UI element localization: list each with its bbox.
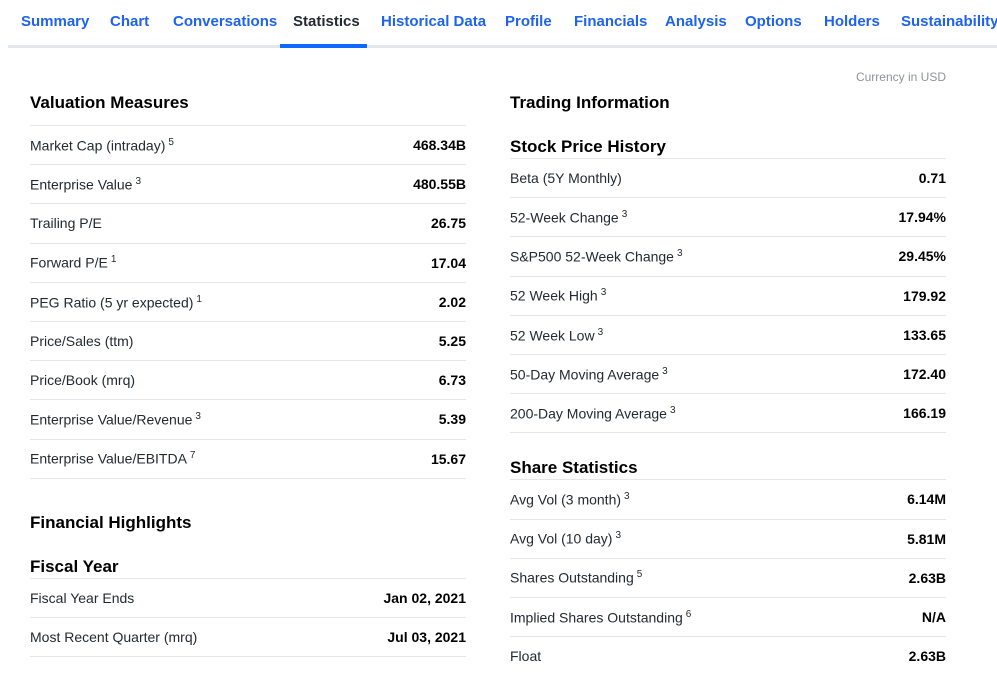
table-row: Enterprise Value/EBITDA 7 15.67 — [30, 440, 466, 479]
footnote-marker[interactable]: 3 — [135, 176, 141, 187]
footnote-marker[interactable]: 5 — [168, 137, 174, 148]
tab-summary[interactable]: Summary — [21, 12, 89, 32]
footnote-marker[interactable]: 3 — [677, 248, 683, 259]
valuation-table: Market Cap (intraday) 5 468.34B Enterprise… — [30, 125, 466, 479]
footnote-marker[interactable]: 3 — [670, 405, 676, 416]
fiscal-year-title: Fiscal Year — [30, 557, 119, 576]
tab-options[interactable]: Options — [745, 12, 802, 32]
footnote-marker[interactable]: 6 — [686, 609, 692, 620]
table-row: Float 2.63B — [510, 637, 946, 675]
tab-statistics[interactable]: Statistics — [293, 12, 360, 32]
table-row: 52 Week High 3 179.92 — [510, 277, 946, 316]
table-row: Market Cap (intraday) 5 468.34B — [30, 126, 466, 166]
table-row: Avg Vol (3 month) 3 6.14M — [510, 480, 946, 520]
table-row: Implied Shares Outstanding 6 N/A — [510, 598, 946, 638]
table-row: Shares Outstanding 5 2.63B — [510, 559, 946, 598]
tab-holders[interactable]: Holders — [824, 12, 880, 32]
financial-highlights-section: Financial Highlights Fiscal Year Fiscal … — [30, 512, 466, 658]
footnote-marker[interactable]: 1 — [196, 294, 202, 305]
valuation-measures-section: Valuation Measures Market Cap (intraday)… — [30, 92, 466, 479]
tab-profile[interactable]: Profile — [505, 12, 552, 32]
table-row: 52 Week Low 3 133.65 — [510, 316, 946, 355]
table-row: Forward P/E 1 17.04 — [30, 244, 466, 283]
tab-chart[interactable]: Chart — [110, 12, 149, 32]
stock-price-history-title: Stock Price History — [510, 137, 666, 156]
table-row: Avg Vol (10 day) 3 5.81M — [510, 520, 946, 559]
financial-highlights-title: Financial Highlights — [30, 513, 192, 532]
tab-sustainability[interactable]: Sustainability — [901, 12, 997, 32]
table-row: Fiscal Year Ends Jan 02, 2021 — [30, 579, 466, 619]
footnote-marker[interactable]: 7 — [190, 450, 196, 461]
tab-conversations[interactable]: Conversations — [173, 12, 277, 32]
footnote-marker[interactable]: 3 — [624, 491, 630, 502]
share-statistics-table: Avg Vol (3 month) 3 6.14M Avg Vol (10 day)… — [510, 479, 946, 675]
table-row: 50-Day Moving Average 3 172.40 — [510, 355, 946, 395]
currency-note: Currency in USD — [855, 70, 946, 84]
footnote-marker[interactable]: 3 — [662, 366, 668, 377]
table-row: Price/Book (mrq) 6.73 — [30, 361, 466, 401]
trading-information-section: Trading Information Stock Price History … — [510, 92, 946, 675]
tab-financials[interactable]: Financials — [574, 12, 647, 32]
table-row: Most Recent Quarter (mrq) Jul 03, 2021 — [30, 618, 466, 658]
valuation-measures-title: Valuation Measures — [30, 93, 189, 112]
quote-nav-tabs: Summary Chart Conversations Statistics H… — [8, 0, 997, 48]
footnote-marker[interactable]: 3 — [622, 209, 628, 220]
footnote-marker[interactable]: 3 — [598, 327, 604, 338]
table-row: Enterprise Value/Revenue 3 5.39 — [30, 400, 466, 440]
share-statistics-title: Share Statistics — [510, 458, 638, 478]
table-row: Price/Sales (ttm) 5.25 — [30, 322, 466, 362]
table-row: PEG Ratio (5 yr expected) 1 2.02 — [30, 283, 466, 322]
footnote-marker[interactable]: 3 — [195, 411, 201, 422]
table-row: Enterprise Value 3 480.55B — [30, 165, 466, 205]
footnote-marker[interactable]: 3 — [615, 530, 621, 541]
fiscal-year-table: Fiscal Year Ends Jan 02, 2021 Most Recent… — [30, 578, 466, 658]
tab-historical-data[interactable]: Historical Data — [381, 12, 486, 32]
trading-information-title: Trading Information — [510, 93, 670, 112]
footnote-marker[interactable]: 1 — [111, 254, 117, 265]
table-row: S&P500 52-Week Change 3 29.45% — [510, 237, 946, 277]
table-row: Beta (5Y Monthly) 0.71 — [510, 159, 946, 199]
table-row: 200-Day Moving Average 3 166.19 — [510, 394, 946, 434]
stock-price-history-table: Beta (5Y Monthly) 0.71 52-Week Change 3 17.… — [510, 158, 946, 434]
table-row: Trailing P/E 26.75 — [30, 204, 466, 244]
footnote-marker[interactable]: 3 — [601, 287, 607, 298]
table-row: 52-Week Change 3 17.94% — [510, 198, 946, 238]
footnote-marker[interactable]: 5 — [637, 569, 643, 580]
tab-analysis[interactable]: Analysis — [665, 12, 727, 32]
active-tab-indicator — [280, 44, 367, 48]
